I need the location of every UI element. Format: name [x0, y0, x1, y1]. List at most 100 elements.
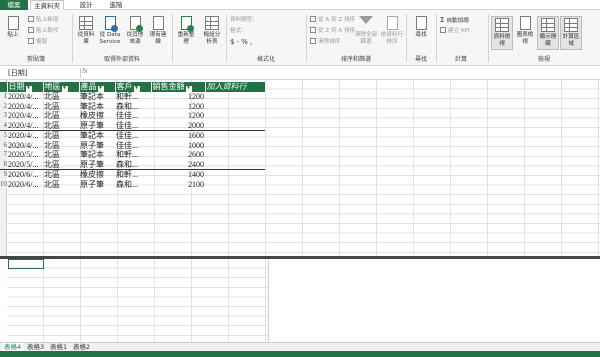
cell-customer[interactable]: 佳佳... [115, 120, 151, 132]
cell-sales[interactable]: 1200 [151, 92, 205, 102]
selected-cell[interactable] [8, 259, 44, 269]
add-column-header[interactable]: 加入資料行 [205, 82, 266, 92]
cell-date[interactable]: 2020/4/... [7, 92, 43, 102]
cell-sales[interactable]: 2000 [151, 120, 205, 132]
cell-empty[interactable] [205, 120, 265, 132]
cell-date[interactable]: 2020/5/... [7, 150, 43, 160]
clear-sort-button[interactable]: 清除排序 [310, 38, 340, 47]
cell-product[interactable]: 原子筆 [79, 180, 115, 190]
cell-date[interactable]: 2020/4/... [7, 120, 43, 132]
column-header-region[interactable]: 地區 ▼ [43, 82, 80, 92]
cell-sales[interactable]: 1200 [151, 111, 205, 121]
corner-cell[interactable] [0, 82, 8, 92]
cell-customer[interactable]: 和軒... [115, 150, 151, 160]
paste-button[interactable]: 貼上 [2, 16, 24, 39]
cell-date[interactable]: 2020/6/... [7, 170, 43, 180]
row-number[interactable]: 5 [0, 130, 7, 141]
tab-design[interactable]: 設計 [74, 0, 98, 10]
cell-sales[interactable]: 2400 [151, 159, 205, 171]
tab-advanced[interactable]: 進階 [104, 0, 128, 10]
table-row[interactable]: 2 2020/4/... 北區 筆記本 森和... 1200 [0, 101, 265, 112]
copy-button[interactable]: 複製 [28, 38, 47, 47]
filter-dropdown-icon[interactable]: ▼ [133, 86, 140, 92]
datatype-dropdown[interactable]: 資料類型： [230, 16, 258, 25]
diagram-view-button[interactable]: 圖表檢視 [514, 16, 536, 46]
cell-region[interactable]: 北區 [43, 92, 79, 102]
paste-replace-button[interactable]: 貼上取代 [28, 27, 58, 36]
row-number[interactable]: 1 [0, 92, 7, 102]
cell-product[interactable]: 筆記本 [79, 92, 115, 102]
cell-region[interactable]: 北區 [43, 102, 79, 112]
calculation-area[interactable] [0, 259, 600, 342]
column-header-customer[interactable]: 客戶 ▼ [115, 82, 152, 92]
cell-customer[interactable]: 森和... [115, 102, 151, 112]
cell-region[interactable]: 北區 [43, 170, 79, 180]
pivot-table-button[interactable]: 樞紐分析表 [201, 16, 223, 46]
cell-date[interactable]: 2020/4/... [7, 111, 43, 121]
cell-customer[interactable]: 森和... [115, 180, 151, 190]
sort-by-column-button[interactable]: 依資料行排序 [380, 16, 404, 46]
row-number[interactable]: 7 [0, 150, 7, 160]
cell-region[interactable]: 北區 [43, 141, 79, 151]
cell-sales[interactable]: 1400 [151, 170, 205, 180]
cell-customer[interactable]: 佳佳... [115, 111, 151, 121]
table-row[interactable]: 6 2020/4/... 北區 原子筆 佳佳... 1000 [0, 140, 265, 151]
filter-dropdown-icon[interactable]: ▼ [61, 86, 68, 92]
cell-product[interactable]: 橡皮擦 [79, 111, 115, 121]
row-number[interactable]: 10 [0, 179, 7, 190]
column-header-sales[interactable]: 銷售金額 ▼ [151, 82, 206, 92]
cell-empty[interactable] [205, 102, 265, 112]
cell-date[interactable]: 2020/4/... [7, 141, 43, 151]
cell-product[interactable]: 橡皮擦 [79, 170, 115, 180]
table-row[interactable]: 4 2020/4/... 北區 原子筆 佳佳... 2000 [0, 120, 265, 132]
from-database-button[interactable]: 從資料庫 [75, 16, 97, 46]
cell-sales[interactable]: 1000 [151, 141, 205, 151]
sort-az-button[interactable]: 從 A 到 Z 排序 [310, 16, 355, 25]
clear-all-filters-button[interactable]: 清除全部篩選 [354, 16, 378, 46]
cell-customer[interactable]: 和軒... [115, 170, 151, 180]
cell-region[interactable]: 北區 [43, 150, 79, 160]
cell-date[interactable]: 2020/4/... [7, 131, 43, 141]
refresh-button[interactable]: 重新整理 [175, 16, 197, 46]
row-number[interactable]: 8 [0, 159, 7, 171]
cell-region[interactable]: 北區 [43, 159, 79, 171]
create-kpi-button[interactable]: 建立 KPI [440, 27, 470, 36]
cell-empty[interactable] [205, 92, 265, 102]
cell-product[interactable]: 原子筆 [79, 159, 115, 171]
column-header-product[interactable]: 產品 ▼ [79, 82, 116, 92]
from-other-sources-button[interactable]: 從其他來源 [124, 16, 146, 46]
table-row[interactable]: 8 2020/5/... 北區 原子筆 森和... 2400 [0, 159, 265, 171]
existing-connections-button[interactable]: 現有連線 [147, 16, 169, 46]
from-data-service-button[interactable]: 從 Data Service [97, 16, 123, 46]
cell-empty[interactable] [205, 180, 265, 190]
table-row[interactable]: 10 2020/6/... 北區 原子筆 森和... 2100 [0, 179, 265, 190]
table-row[interactable]: 7 2020/5/... 北區 筆記本 和軒... 2600 [0, 150, 265, 160]
autosum-button[interactable]: Σ 自動加總 [440, 16, 469, 25]
cell-sales[interactable]: 1600 [151, 131, 205, 141]
cell-product[interactable]: 原子筆 [79, 120, 115, 132]
calculation-grid[interactable] [7, 259, 269, 342]
row-number[interactable]: 2 [0, 101, 7, 112]
filter-dropdown-icon[interactable]: ▼ [25, 86, 32, 92]
cell-region[interactable]: 北區 [43, 111, 79, 121]
row-number[interactable]: 3 [0, 111, 7, 121]
name-box[interactable]: [日期] [8, 68, 76, 78]
cell-empty[interactable] [205, 141, 265, 151]
filter-dropdown-icon[interactable]: ▼ [185, 86, 192, 92]
cell-product[interactable]: 筆記本 [79, 150, 115, 160]
cell-customer[interactable]: 佳佳... [115, 131, 151, 141]
cell-empty[interactable] [205, 131, 265, 141]
tab-file[interactable]: 檔案 [0, 0, 28, 10]
row-number[interactable]: 9 [0, 169, 7, 180]
column-header-date[interactable]: 日期 ▼ [7, 82, 44, 92]
cell-date[interactable]: 2020/5/... [7, 159, 43, 171]
cell-sales[interactable]: 1200 [151, 102, 205, 112]
sort-za-button[interactable]: 從 Z 到 A 排序 [310, 27, 355, 36]
cell-customer[interactable]: 森和... [115, 159, 151, 171]
fx-icon[interactable]: fx [82, 68, 88, 75]
cell-product[interactable]: 原子筆 [79, 141, 115, 151]
cell-region[interactable]: 北區 [43, 131, 79, 141]
paste-append-button[interactable]: 貼上新增 [28, 16, 58, 25]
cell-sales[interactable]: 2100 [151, 180, 205, 190]
cell-region[interactable]: 北區 [43, 180, 79, 190]
